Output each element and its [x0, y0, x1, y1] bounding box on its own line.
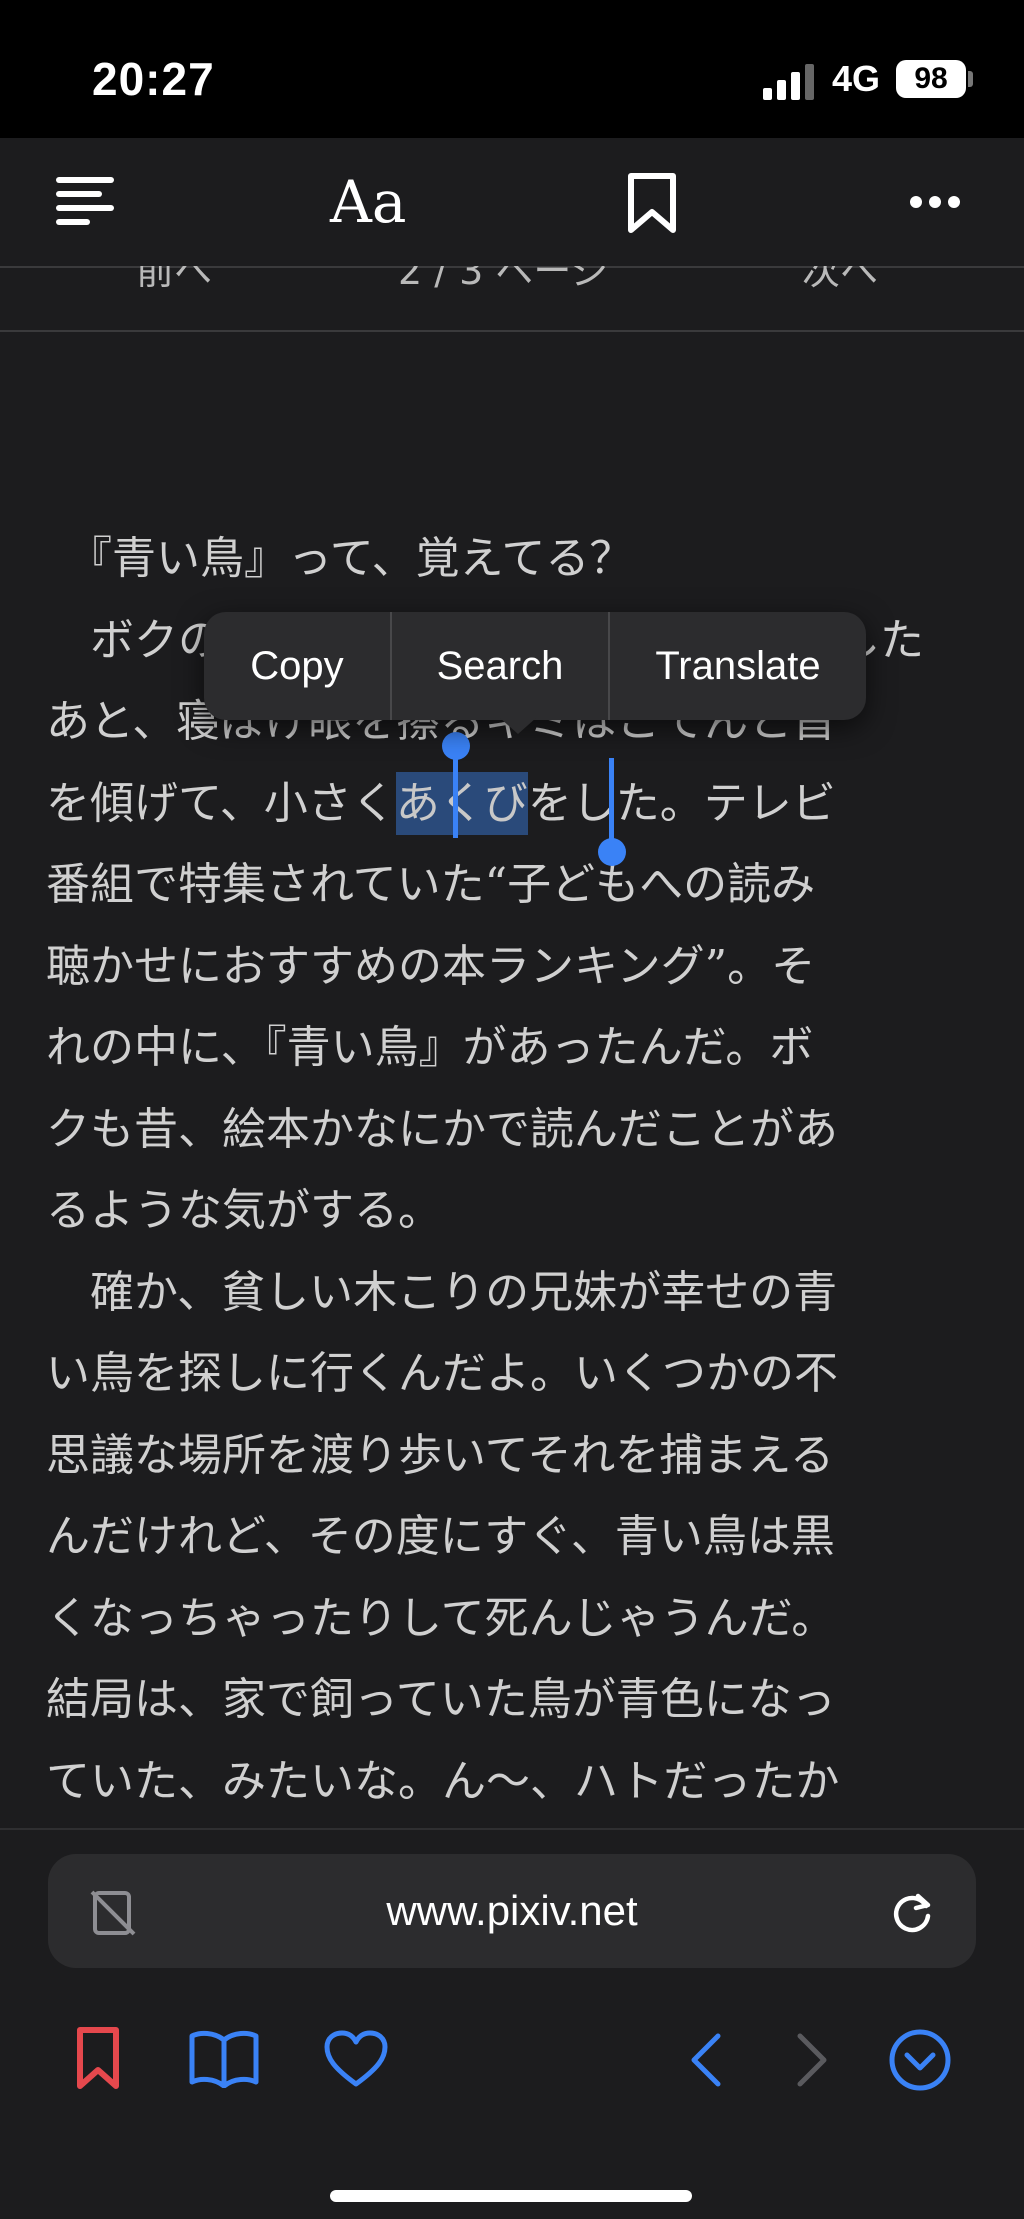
signal-icon — [763, 64, 814, 100]
story-line: 結局は、家で飼っていた鳥が青色になっ — [46, 1674, 836, 1725]
story-line: 確か、貧しい木こりの兄妹が幸せの青 — [46, 1266, 838, 1318]
story-line-start: ボクの — [46, 614, 222, 666]
story-line: い鳥を探しに行くんだよ。いくつかの不 — [46, 1348, 838, 1399]
address-bar[interactable]: www.pixiv.net — [48, 1854, 976, 1968]
story-line: を傾げて、小さくあくびをした。テレビ — [46, 763, 986, 845]
search-button[interactable]: Search — [392, 612, 608, 720]
story-line-end: をした。テレビ — [527, 777, 836, 829]
battery-tip-icon — [968, 71, 973, 87]
story-line-start: を傾げて、小さく — [46, 777, 396, 829]
chevron-down-circle-icon[interactable] — [888, 2028, 952, 2092]
story-line: んだけれど、その度にすぐ、青い鳥は黒 — [46, 1511, 835, 1562]
more-dots-icon[interactable] — [908, 194, 962, 210]
forward-chevron-icon[interactable] — [794, 2032, 830, 2088]
reader-toolbar: Aa — [0, 138, 1024, 268]
menu-pointer — [500, 718, 536, 734]
story-line: くなっちゃったりして死んじゃうんだ。 — [46, 1592, 836, 1644]
translate-button[interactable]: Translate — [610, 612, 866, 720]
story-line: 思議な場所を渡り歩いてそれを捕まえる — [46, 1429, 835, 1481]
network-type: 4G — [832, 58, 881, 99]
heart-icon[interactable] — [324, 2030, 388, 2088]
back-chevron-icon[interactable] — [688, 2032, 724, 2088]
page-navigation: 前へ 2 / 3 ページ 次へ — [0, 266, 1024, 332]
home-indicator[interactable] — [330, 2190, 692, 2202]
story-line: ていた、みたいな。ん〜、ハトだったか — [46, 1755, 840, 1807]
story-line: るような気がする。 — [46, 1185, 442, 1236]
story-line: クも昔、絵本かなにかで読んだことがあ — [46, 1103, 838, 1155]
reload-icon[interactable] — [888, 1888, 936, 1936]
story-line: れの中に、『青い鳥』があったんだ。ボ — [46, 1022, 814, 1073]
story-line: 番組で特集されていた“子どもへの読み — [46, 859, 816, 910]
story-line: 『青い鳥』って、覚えてる？ — [46, 533, 634, 584]
selection-start-bar — [453, 750, 458, 838]
url-text[interactable]: www.pixiv.net — [48, 1854, 976, 1968]
selection-end-handle[interactable] — [598, 838, 626, 866]
book-icon[interactable] — [188, 2030, 260, 2088]
selected-text[interactable]: あくび — [395, 771, 528, 835]
status-time: 20:27 — [92, 53, 215, 105]
text-selection-menu: Copy Search Translate — [204, 612, 866, 720]
bookmark-add-icon[interactable] — [76, 2026, 120, 2090]
next-page-link[interactable]: 次へ — [802, 266, 878, 295]
page-indicator: 2 / 3 ページ — [398, 266, 609, 293]
battery-level: 98 — [896, 60, 966, 98]
status-bar: 20:27 4G 98 — [0, 0, 1024, 138]
browser-bottom-bar: www.pixiv.net — [0, 1828, 1024, 2219]
menu-lines-icon[interactable] — [56, 175, 118, 229]
selection-end-bar — [609, 758, 614, 850]
font-settings-button[interactable]: Aa — [330, 168, 406, 236]
prev-page-link[interactable]: 前へ — [136, 266, 212, 295]
story-line: 聴かせにおすすめの本ランキング”。そ — [46, 940, 816, 992]
copy-button[interactable]: Copy — [204, 612, 390, 720]
bookmark-outline-icon[interactable] — [626, 172, 678, 234]
